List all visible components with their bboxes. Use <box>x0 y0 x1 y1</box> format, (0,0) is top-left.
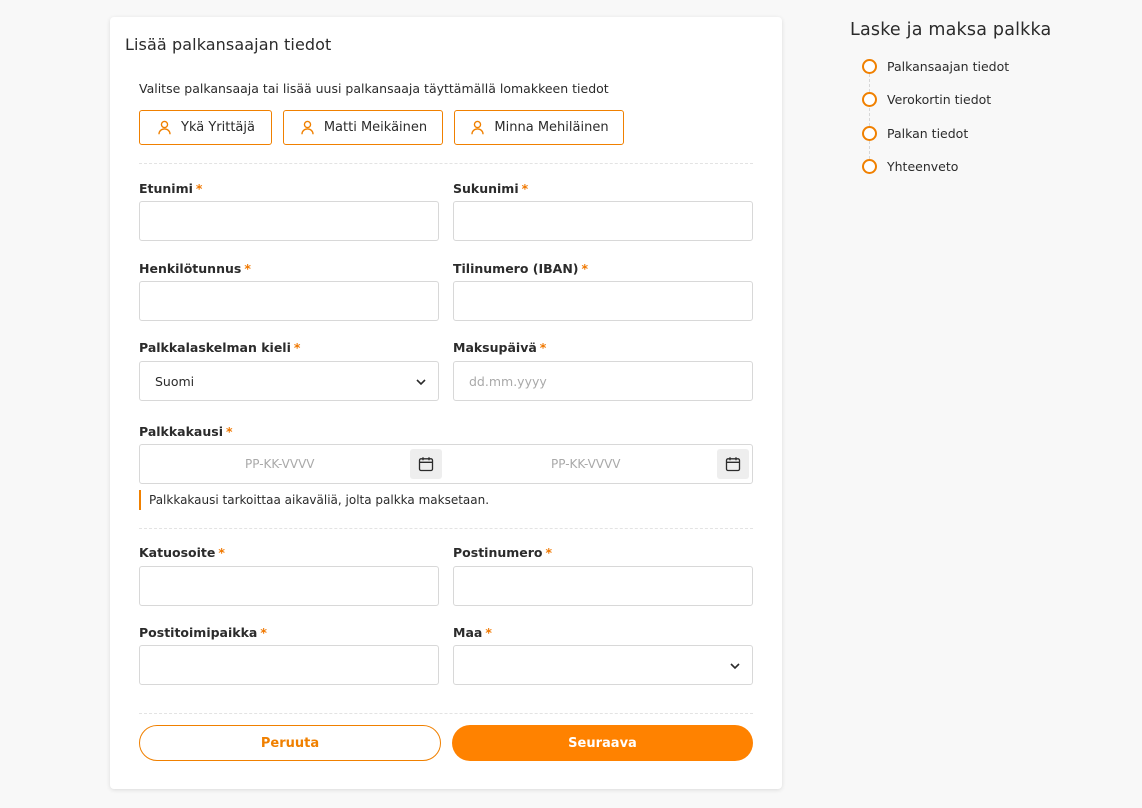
chevron-down-icon <box>416 379 426 386</box>
step-label: Verokortin tiedot <box>887 92 992 107</box>
section-divider <box>139 528 753 529</box>
city-label: Postitoimipaikka * <box>139 625 267 640</box>
step-summary: Yhteenveto <box>862 159 958 174</box>
calendar-icon[interactable] <box>717 449 749 479</box>
pay-period-end-input[interactable]: PP-KK-VVVV <box>551 457 620 471</box>
ssn-input[interactable] <box>139 281 439 321</box>
country-label: Maa * <box>453 625 492 640</box>
last-name-input[interactable] <box>453 201 753 241</box>
steps-title: Laske ja maksa palkka <box>850 20 1052 40</box>
step-employee-info: Palkansaajan tiedot <box>862 59 1009 74</box>
user-icon <box>158 120 171 135</box>
step-indicator <box>862 59 877 74</box>
first-name-input[interactable] <box>139 201 439 241</box>
cancel-button[interactable]: Peruuta <box>139 725 441 761</box>
language-select[interactable]: Suomi <box>139 361 439 401</box>
pay-period-hint: Palkkakausi tarkoittaa aikaväliä, jolta … <box>139 490 489 510</box>
pay-period-start-input[interactable]: PP-KK-VVVV <box>245 457 314 471</box>
language-label: Palkkalaskelman kieli * <box>139 340 301 355</box>
calendar-icon[interactable] <box>410 449 442 479</box>
next-button[interactable]: Seuraava <box>452 725 753 761</box>
form-intro: Valitse palkansaaja tai lisää uusi palka… <box>139 81 609 96</box>
first-name-label: Etunimi * <box>139 181 203 196</box>
payee-button-minna[interactable]: Minna Mehiläinen <box>454 110 624 145</box>
step-indicator <box>862 92 877 107</box>
payment-date-input[interactable]: dd.mm.yyyy <box>453 361 753 401</box>
step-tax-card: Verokortin tiedot <box>862 92 991 107</box>
street-input[interactable] <box>139 566 439 606</box>
form-title: Lisää palkansaajan tiedot <box>125 35 332 54</box>
payee-button-label: Matti Meikäinen <box>323 120 428 135</box>
postal-code-input[interactable] <box>453 566 753 606</box>
step-connector <box>869 141 870 159</box>
user-icon <box>471 120 485 135</box>
payee-button-label: Ykä Yrittäjä <box>181 120 255 135</box>
step-label: Palkansaajan tiedot <box>887 59 1010 74</box>
step-indicator <box>862 159 877 174</box>
city-input[interactable] <box>139 645 439 685</box>
step-indicator <box>862 126 877 141</box>
step-label: Yhteenveto <box>887 159 959 174</box>
step-connector <box>869 108 870 126</box>
step-label: Palkan tiedot <box>887 126 969 141</box>
payee-form-card: Lisää palkansaajan tiedot Valitse palkan… <box>110 17 782 789</box>
iban-input[interactable] <box>453 281 753 321</box>
iban-label: Tilinumero (IBAN) * <box>453 261 589 276</box>
payment-date-label: Maksupäivä * <box>453 340 547 355</box>
step-salary-info: Palkan tiedot <box>862 126 968 141</box>
section-divider <box>139 713 753 714</box>
chevron-down-icon <box>730 663 740 670</box>
payee-button-label: Minna Mehiläinen <box>494 120 609 135</box>
payee-button-matti[interactable]: Matti Meikäinen <box>283 110 443 145</box>
country-select[interactable] <box>453 645 753 685</box>
last-name-label: Sukunimi * <box>453 181 529 196</box>
section-divider <box>139 163 753 164</box>
pay-period-label: Palkkakausi * <box>139 424 233 439</box>
postal-code-label: Postinumero * <box>453 545 553 560</box>
pay-period-range: PP-KK-VVVV PP-KK-VVVV <box>139 444 753 484</box>
user-icon <box>301 120 314 135</box>
street-label: Katuosoite * <box>139 545 225 560</box>
ssn-label: Henkilötunnus * <box>139 261 251 276</box>
step-connector <box>869 74 870 92</box>
payee-button-yka[interactable]: Ykä Yrittäjä <box>139 110 272 145</box>
